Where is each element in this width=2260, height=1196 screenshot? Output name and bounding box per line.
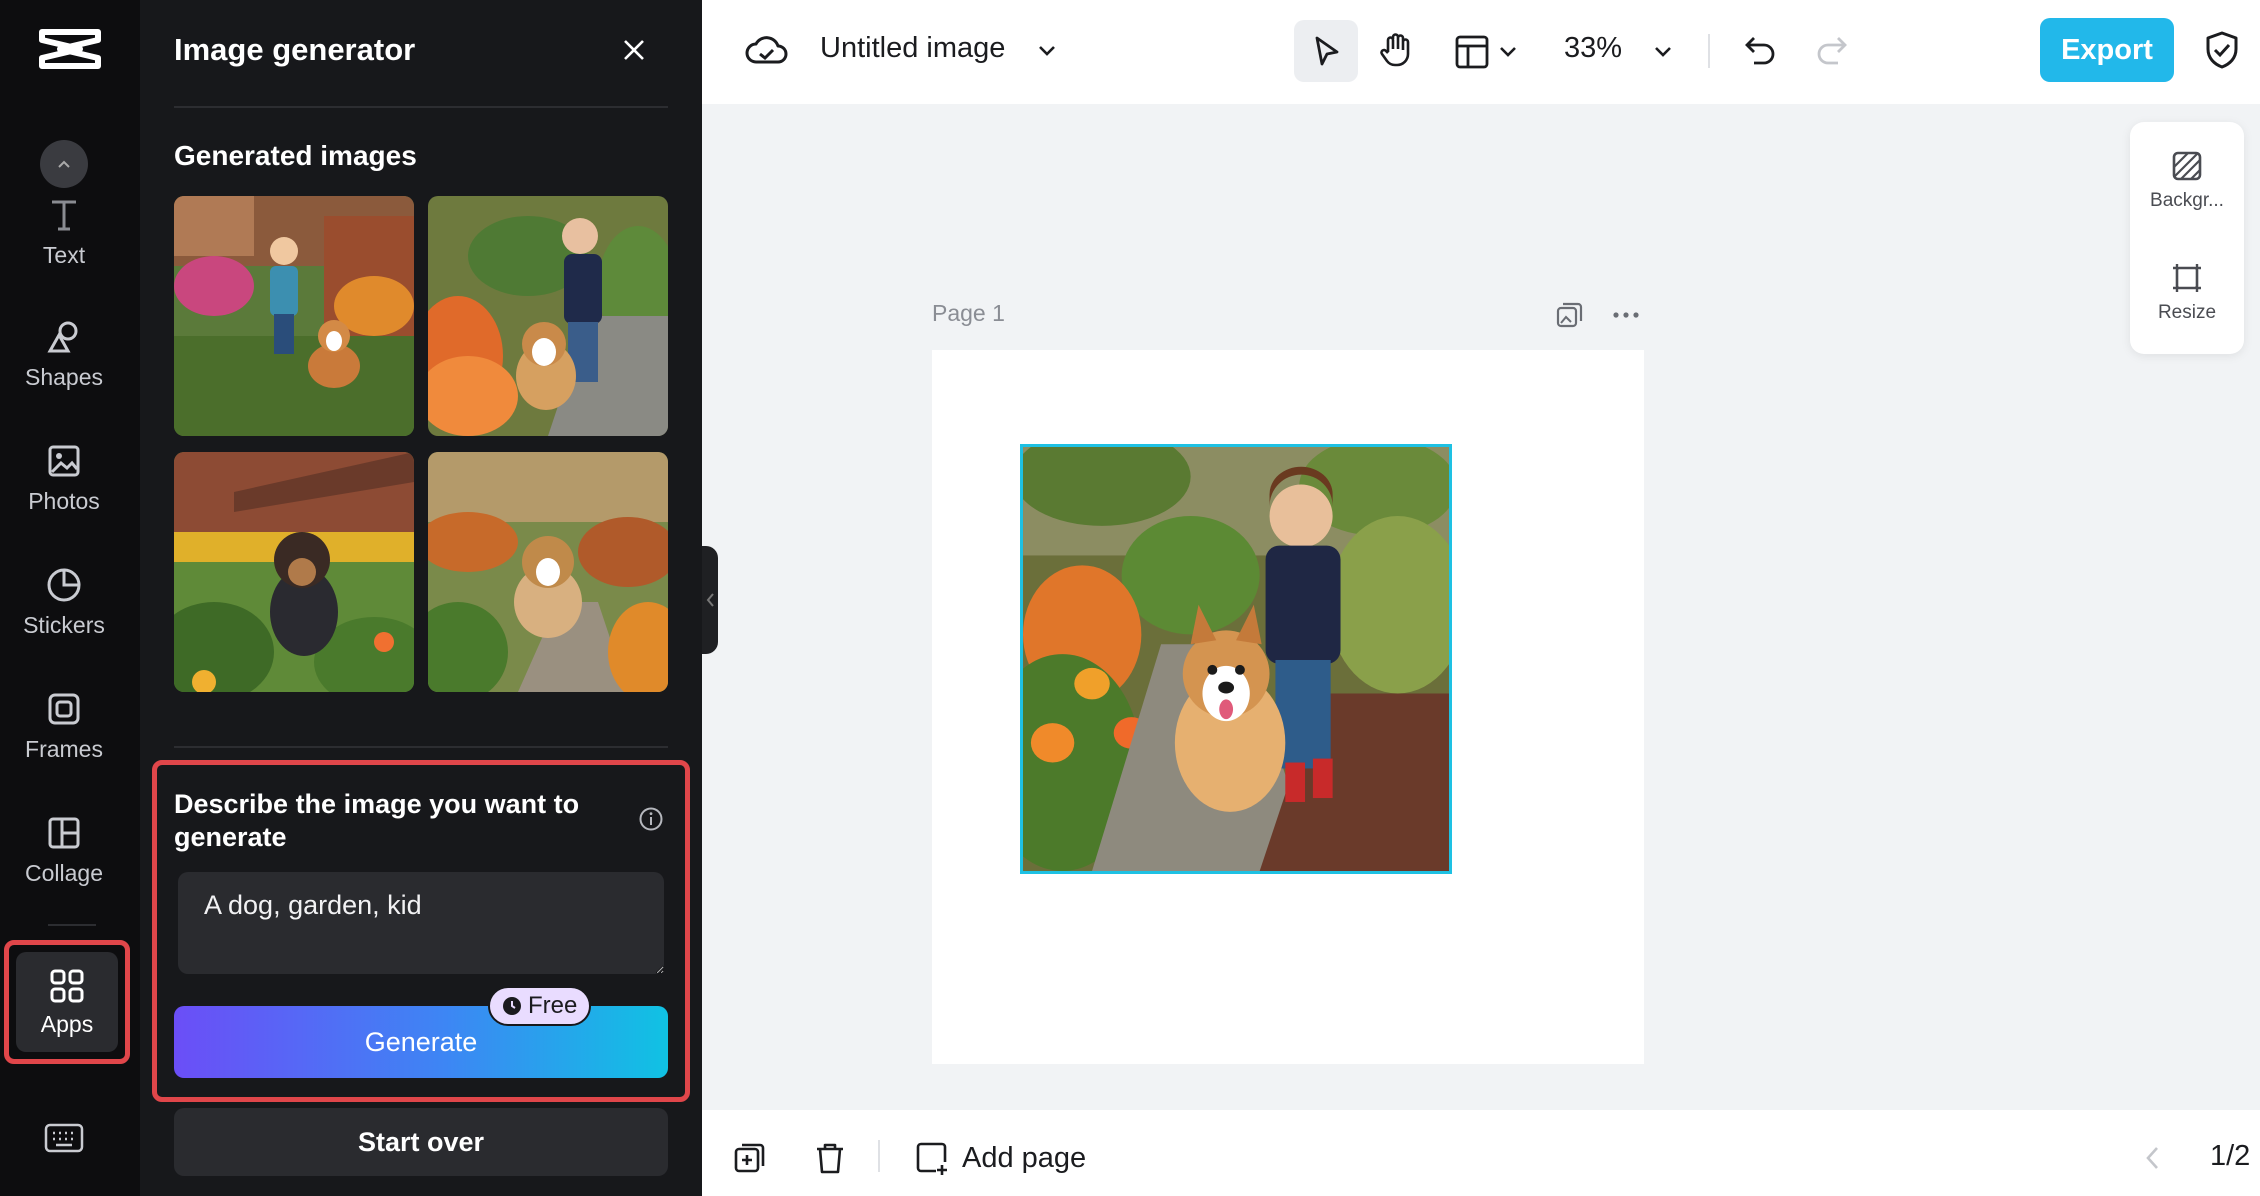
left-rail: Text Shapes Photos Stickers Frames Colla… — [0, 0, 140, 1196]
close-icon[interactable] — [616, 32, 652, 68]
background-button[interactable]: Backgr... — [2130, 148, 2244, 212]
resize-button[interactable]: Resize — [2130, 260, 2244, 324]
resize-label: Resize — [2157, 302, 2217, 323]
generated-image-thumbnail-2[interactable] — [428, 196, 668, 436]
generated-image-3 — [174, 452, 414, 692]
generated-image-1 — [174, 196, 414, 436]
page-thumbnail-icon[interactable] — [1554, 300, 1584, 330]
undo-icon[interactable] — [1740, 30, 1780, 70]
export-button-label: Export — [2061, 33, 2153, 66]
free-badge: Free — [488, 986, 592, 1026]
generated-image-thumbnail-1[interactable] — [174, 196, 414, 436]
add-page-button[interactable]: Add page — [914, 1140, 1086, 1176]
add-page-label: Add page — [962, 1141, 1087, 1174]
rail-item-label: Stickers — [23, 612, 105, 638]
info-icon[interactable] — [638, 806, 664, 832]
select-tool-button[interactable] — [1294, 20, 1358, 82]
chevron-left-icon — [706, 593, 714, 607]
prompt-input[interactable]: A dog, garden, kid — [178, 872, 664, 974]
generated-image-thumbnail-4[interactable] — [428, 452, 668, 692]
rail-divider — [48, 924, 96, 926]
rail-item-collage[interactable]: Collage — [0, 814, 128, 924]
chevron-down-icon[interactable] — [1032, 36, 1062, 66]
canvas-side-panel: Backgr... Resize — [2130, 122, 2244, 354]
background-icon — [2172, 151, 2202, 181]
image-generator-panel: Image generator Generated images Describ… — [140, 0, 702, 1196]
chevron-up-icon — [58, 160, 70, 168]
chevron-left-icon[interactable] — [2140, 1142, 2166, 1174]
panel-divider — [174, 746, 668, 748]
free-badge-label: Free — [528, 992, 578, 1019]
rail-item-label: Shapes — [24, 364, 103, 390]
export-button[interactable]: Export — [2040, 18, 2174, 82]
redo-icon[interactable] — [1812, 30, 1852, 70]
pointer-icon — [1315, 36, 1339, 66]
rail-item-stickers[interactable]: Stickers — [0, 566, 128, 676]
text-icon — [52, 200, 76, 231]
add-page-icon — [916, 1142, 947, 1175]
generated-image-2 — [428, 196, 668, 436]
chevron-down-icon[interactable] — [1494, 32, 1522, 72]
apps-grid-icon — [50, 969, 84, 1002]
rail-item-label: Apps — [40, 1010, 94, 1037]
zoom-level[interactable]: 33% — [1564, 32, 1622, 65]
page-label: Page 1 — [932, 300, 1005, 326]
keyboard-shortcuts-icon[interactable] — [44, 1122, 84, 1154]
rail-item-photos[interactable]: Photos — [0, 442, 128, 552]
generated-image-thumbnail-3[interactable] — [174, 452, 414, 692]
cloud-save-icon[interactable] — [744, 30, 788, 72]
collapse-panel-handle[interactable] — [702, 546, 718, 654]
collage-icon — [48, 817, 80, 849]
sticker-icon — [47, 568, 81, 602]
describe-image-label: Describe the image you want to generate — [174, 789, 580, 852]
generate-button-label: Generate — [364, 1026, 478, 1057]
rail-item-text[interactable]: Text — [0, 196, 128, 306]
duplicate-page-icon[interactable] — [732, 1140, 768, 1176]
trash-icon[interactable] — [812, 1140, 848, 1176]
shield-check-icon[interactable] — [2204, 30, 2240, 70]
resize-icon — [2173, 264, 2201, 292]
placed-generated-image[interactable] — [1020, 444, 1452, 874]
rail-item-label: Frames — [25, 736, 103, 762]
toolbar-divider — [1708, 34, 1710, 68]
rail-item-label: Photos — [28, 488, 100, 514]
rail-scroll-up-button[interactable] — [40, 140, 88, 188]
capcut-logo-icon — [39, 29, 101, 69]
canvas-image — [1023, 447, 1449, 871]
rail-item-label: Collage — [25, 860, 103, 886]
rail-item-shapes[interactable]: Shapes — [0, 318, 128, 428]
rail-item-frames[interactable]: Frames — [0, 690, 128, 800]
start-over-button[interactable]: Start over — [174, 1108, 668, 1176]
clock-icon — [503, 997, 521, 1015]
app-window: Text Shapes Photos Stickers Frames Colla… — [0, 0, 2260, 1196]
generated-image-4 — [428, 452, 668, 692]
frame-icon — [48, 693, 80, 725]
background-label: Backgr... — [2150, 190, 2224, 211]
panel-title: Image generator — [174, 32, 416, 67]
generate-button[interactable]: Generate — [174, 1006, 668, 1078]
document-title[interactable]: Untitled image — [820, 32, 1005, 65]
page-indicator: 1/2 — [2210, 1140, 2251, 1172]
rail-item-label: Text — [42, 242, 86, 268]
chevron-down-icon[interactable] — [1648, 32, 1678, 72]
start-over-label: Start over — [357, 1126, 485, 1157]
shapes-icon — [47, 321, 78, 353]
more-options-icon[interactable] — [1610, 300, 1642, 330]
layout-icon[interactable] — [1452, 32, 1492, 72]
generated-images-heading: Generated images — [174, 140, 417, 171]
bottom-divider — [878, 1140, 880, 1172]
hand-pan-icon[interactable] — [1376, 30, 1416, 70]
rail-item-apps[interactable]: Apps — [16, 952, 118, 1052]
photo-icon — [48, 445, 80, 477]
panel-divider — [174, 106, 668, 108]
